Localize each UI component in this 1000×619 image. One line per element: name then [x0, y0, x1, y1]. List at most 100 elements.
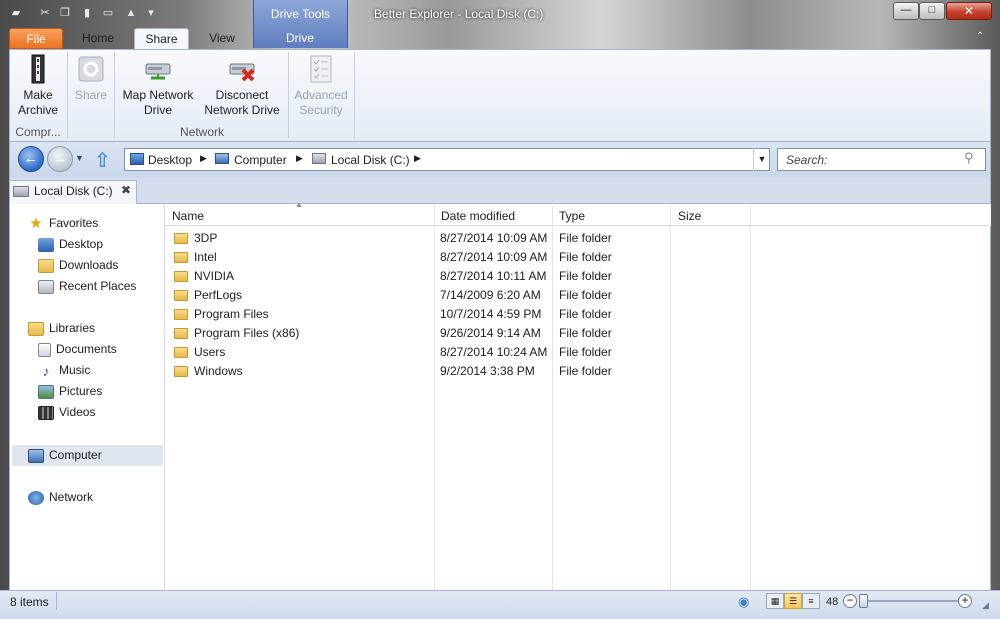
breadcrumb-arrow-icon[interactable]: ▶	[296, 153, 303, 164]
nav-item-pictures[interactable]: Pictures	[38, 384, 102, 399]
nav-computer-label: Computer	[49, 448, 102, 462]
globe-icon[interactable]: ◉	[738, 594, 749, 610]
properties-icon[interactable]: ▭	[101, 6, 115, 20]
make-archive-label: Make Archive	[17, 88, 58, 117]
folder-icon[interactable]: ▰	[9, 6, 23, 20]
tab-share[interactable]: Share	[134, 28, 189, 49]
breadcrumb-computer[interactable]: Computer	[234, 153, 287, 167]
table-row[interactable]: Users 8/27/2014 10:24 AM File folder	[166, 343, 751, 361]
view-tiles-icon[interactable]: ▦	[766, 593, 784, 609]
zoom-slider-track[interactable]	[862, 600, 958, 602]
map-network-drive-button[interactable]: Map Network Drive	[118, 54, 198, 118]
disconnect-network-drive-label: Disconect Network Drive	[204, 88, 280, 117]
forward-button[interactable]: →	[47, 146, 73, 172]
make-archive-button[interactable]: Make Archive	[14, 54, 62, 118]
table-row[interactable]: Program Files 10/7/2014 4:59 PM File fol…	[166, 305, 751, 323]
breadcrumb-local-disk[interactable]: Local Disk (C:)	[331, 153, 410, 167]
table-row[interactable]: NVIDIA 8/27/2014 10:11 AM File folder	[166, 267, 751, 285]
address-dropdown-icon[interactable]: ▼	[753, 148, 770, 171]
search-placeholder: Search:	[786, 153, 828, 167]
history-dropdown-icon[interactable]: ▼	[75, 153, 84, 163]
share-icon	[78, 56, 104, 82]
nav-favorites-label: Favorites	[49, 216, 99, 230]
breadcrumb-arrow-icon[interactable]: ▶	[414, 153, 421, 164]
table-row[interactable]: Intel 8/27/2014 10:09 AM File folder	[166, 248, 751, 266]
folder-icon	[174, 233, 188, 245]
zoom-slider-thumb[interactable]	[859, 594, 868, 608]
file-type: File folder	[559, 307, 612, 321]
music-icon: ♪	[42, 362, 50, 379]
downloads-icon	[38, 258, 54, 273]
table-row[interactable]: PerfLogs 7/14/2009 6:20 AM File folder	[166, 286, 751, 304]
breadcrumb-desktop[interactable]: Desktop	[148, 153, 192, 167]
disconnect-network-drive-button[interactable]: Disconect Network Drive	[201, 54, 283, 118]
sort-ascending-icon: ▲	[295, 200, 303, 209]
nav-network[interactable]: Network	[28, 490, 93, 505]
nav-item-documents[interactable]: Documents	[38, 342, 117, 357]
file-type: File folder	[559, 288, 612, 302]
checklist-icon	[310, 55, 332, 83]
minimize-button[interactable]: —	[893, 2, 919, 20]
nav-item-desktop[interactable]: Desktop	[38, 237, 103, 252]
status-item-count: 8 items	[10, 595, 49, 609]
window-title: Better Explorer - Local Disk (C:)	[374, 7, 544, 21]
share-button[interactable]: Share	[72, 54, 110, 103]
table-row[interactable]: Program Files (x86) 9/26/2014 9:14 AM Fi…	[166, 324, 751, 342]
view-list-icon[interactable]: ≡	[802, 593, 820, 609]
resize-grip-icon[interactable]: ◢	[982, 600, 989, 611]
ribbon-minimize-icon[interactable]: ⌃	[976, 31, 984, 42]
folder-icon	[174, 309, 188, 321]
tab-drive[interactable]: Drive	[270, 28, 330, 49]
recycle-icon[interactable]: ▮	[80, 6, 94, 20]
nav-item-music[interactable]: ♪ Music	[38, 362, 91, 379]
nav-item-label: Pictures	[59, 384, 103, 398]
network-group-label: Network	[179, 125, 224, 139]
up-arrow-icon[interactable]: ⇧	[94, 148, 111, 173]
zoom-out-icon[interactable]: −	[843, 594, 857, 608]
cut-icon[interactable]: ✂	[38, 6, 52, 20]
search-icon[interactable]: ⚲	[964, 150, 974, 166]
zoom-in-icon[interactable]: +	[958, 594, 972, 608]
view-details-icon[interactable]: ☰	[784, 593, 802, 609]
column-header-type[interactable]: Type	[559, 209, 585, 223]
tab-file[interactable]: File	[9, 28, 63, 49]
nav-item-label: Music	[59, 363, 91, 377]
nav-item-label: Downloads	[59, 258, 119, 272]
table-row[interactable]: Windows 9/2/2014 3:38 PM File folder	[166, 362, 751, 380]
advanced-security-button[interactable]: Advanced Security	[290, 54, 352, 118]
nav-libraries[interactable]: Libraries	[28, 321, 95, 336]
nav-item-recent-places[interactable]: Recent Places	[38, 279, 136, 294]
drive-tools-label: Drive Tools	[270, 7, 331, 21]
file-date: 8/27/2014 10:09 AM	[440, 250, 548, 264]
table-row[interactable]: 3DP 8/27/2014 10:09 AM File folder	[166, 229, 751, 247]
recent-places-icon	[38, 279, 54, 294]
column-header-name[interactable]: Name	[172, 209, 204, 223]
nav-computer[interactable]: Computer	[28, 448, 102, 463]
new-folder-icon[interactable]: ▲	[124, 6, 138, 20]
nav-favorites[interactable]: ★ Favorites	[28, 216, 98, 231]
close-button[interactable]: ✕	[946, 2, 992, 20]
file-date: 8/27/2014 10:24 AM	[440, 345, 548, 359]
file-name: Intel	[194, 250, 217, 264]
folder-icon	[174, 347, 188, 359]
file-type: File folder	[559, 231, 612, 245]
close-tab-icon[interactable]: ✖	[121, 183, 131, 197]
column-header-date-modified[interactable]: Date modified	[441, 209, 515, 223]
tab-view[interactable]: View	[198, 28, 246, 49]
folder-icon	[174, 252, 188, 264]
nav-item-label: Recent Places	[59, 279, 137, 293]
qat-dropdown-icon[interactable]: ▾	[144, 6, 158, 20]
folder-icon	[174, 271, 188, 283]
column-header-size[interactable]: Size	[678, 209, 701, 223]
archive-icon	[31, 54, 45, 84]
copy-icon[interactable]: ❐	[58, 6, 72, 20]
nav-item-videos[interactable]: Videos	[38, 405, 95, 420]
file-date: 8/27/2014 10:11 AM	[440, 269, 547, 283]
nav-item-downloads[interactable]: Downloads	[38, 258, 118, 273]
file-type: File folder	[559, 250, 612, 264]
back-button[interactable]: ←	[18, 146, 44, 172]
tab-home[interactable]: Home	[73, 28, 123, 49]
breadcrumb-arrow-icon[interactable]: ▶	[200, 153, 207, 164]
maximize-button[interactable]: □	[919, 2, 945, 20]
ribbon-separator	[114, 52, 115, 138]
